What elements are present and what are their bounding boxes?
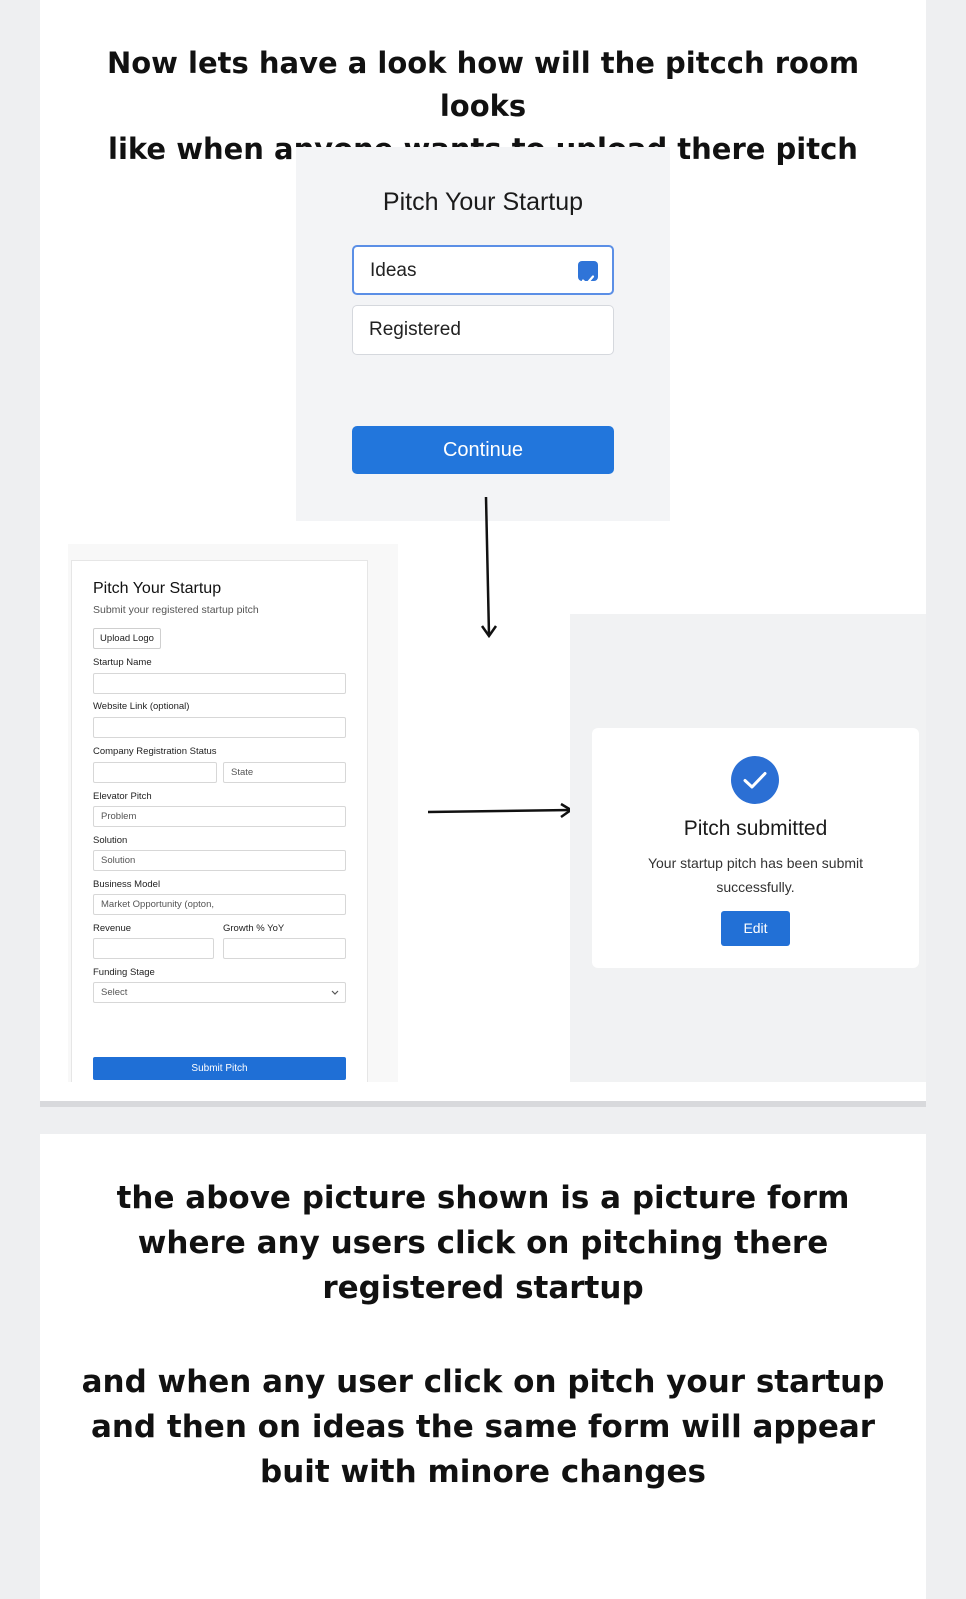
top-heading-line-1: Now lets have a look how will the pitcch…: [106, 46, 860, 123]
pitch-type-title: Pitch Your Startup: [382, 188, 584, 216]
paragraph-1-line-3: registered startup: [322, 1270, 644, 1306]
company-status-label: Company Registration Status: [93, 746, 217, 757]
revenue-input[interactable]: [93, 938, 214, 959]
option-ideas-label: Ideas: [370, 260, 417, 281]
paragraph-1-line-2: where any users click on pitching there: [137, 1225, 829, 1261]
paragraph-1-line-1: the above picture shown is a picture for…: [116, 1180, 850, 1216]
option-ideas[interactable]: Ideas: [352, 245, 614, 295]
form-title: Pitch Your Startup: [93, 580, 222, 597]
down-arrow-icon: [480, 496, 498, 639]
checkbox-checked-icon[interactable]: [578, 261, 598, 286]
solution-label: Solution: [93, 835, 128, 846]
submit-pitch-button[interactable]: Submit Pitch: [93, 1057, 346, 1080]
upload-logo-button[interactable]: Upload Logo: [93, 628, 161, 649]
edit-button[interactable]: Edit: [721, 911, 790, 946]
growth-label: Growth % YoY: [223, 923, 285, 934]
website-label: Website Link (optional): [93, 701, 190, 712]
submitted-message-line-2: successfully.: [716, 879, 795, 895]
explanation-paragraph-2: and when any user click on pitch your st…: [60, 1360, 906, 1495]
market-opportunity-input[interactable]: Market Opportunity (opton,: [93, 894, 346, 915]
startup-name-label: Startup Name: [93, 657, 152, 668]
revenue-label: Revenue: [93, 923, 132, 934]
solution-input[interactable]: Solution: [93, 850, 346, 871]
paragraph-2-line-1: and when any user click on pitch your st…: [81, 1364, 885, 1400]
form-subtitle: Submit your registered startup pitch: [93, 604, 259, 616]
paragraph-2-line-3: buit with minore changes: [260, 1454, 706, 1490]
startup-name-input[interactable]: [93, 673, 346, 694]
right-arrow-icon: [427, 802, 574, 819]
submitted-title: Pitch submitted: [683, 817, 828, 840]
funding-stage-label: Funding Stage: [93, 967, 155, 978]
growth-input[interactable]: [223, 938, 346, 959]
company-status-input[interactable]: [93, 762, 217, 783]
success-check-icon: [731, 756, 779, 804]
state-input[interactable]: State: [223, 762, 346, 783]
funding-stage-value: Select: [101, 987, 128, 998]
submitted-message: Your startup pitch has been submit succe…: [632, 851, 879, 899]
option-registered[interactable]: Registered: [352, 305, 614, 355]
explanation-paragraph-1: the above picture shown is a picture for…: [60, 1176, 906, 1311]
chevron-down-icon: [331, 990, 339, 995]
submitted-message-line-1: Your startup pitch has been submit: [647, 855, 864, 871]
solution-placeholder: Solution: [101, 855, 136, 866]
continue-button[interactable]: Continue: [352, 426, 614, 474]
funding-stage-select[interactable]: Select: [93, 982, 346, 1003]
website-input[interactable]: [93, 717, 346, 738]
market-placeholder: Market Opportunity (opton,: [101, 899, 214, 910]
section-divider: [40, 1101, 926, 1107]
elevator-pitch-label: Elevator Pitch: [93, 791, 152, 802]
option-registered-label: Registered: [369, 319, 461, 340]
business-model-label: Business Model: [93, 879, 161, 890]
state-placeholder: State: [231, 767, 254, 778]
problem-placeholder: Problem: [101, 811, 137, 822]
problem-input[interactable]: Problem: [93, 806, 346, 827]
paragraph-2-line-2: and then on ideas the same form will app…: [90, 1409, 876, 1445]
